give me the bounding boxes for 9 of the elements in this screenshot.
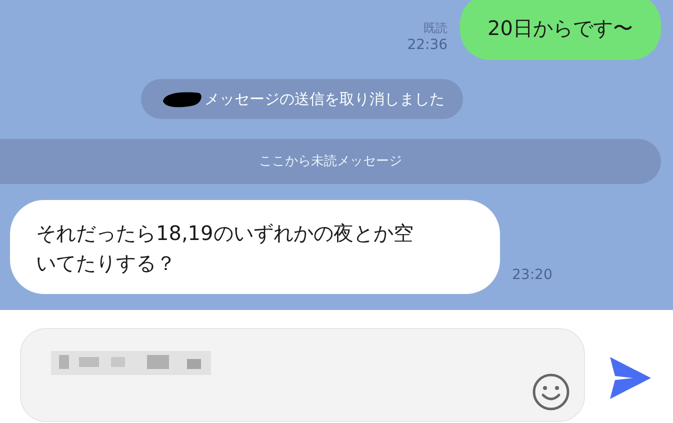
- input-field[interactable]: [20, 328, 585, 422]
- emoji-icon[interactable]: [532, 373, 570, 411]
- message-time: 22:36: [407, 36, 448, 54]
- message-time: 23:20: [512, 266, 552, 285]
- message-bubble: それだったら18,19のいずれかの夜とか空いてたりする？: [10, 200, 500, 294]
- send-icon[interactable]: [607, 355, 653, 401]
- system-notice: メッセージの送信を取り消しました: [140, 79, 462, 119]
- read-receipt: 既読: [424, 20, 448, 36]
- message-bubble: 20日からです〜: [460, 0, 661, 60]
